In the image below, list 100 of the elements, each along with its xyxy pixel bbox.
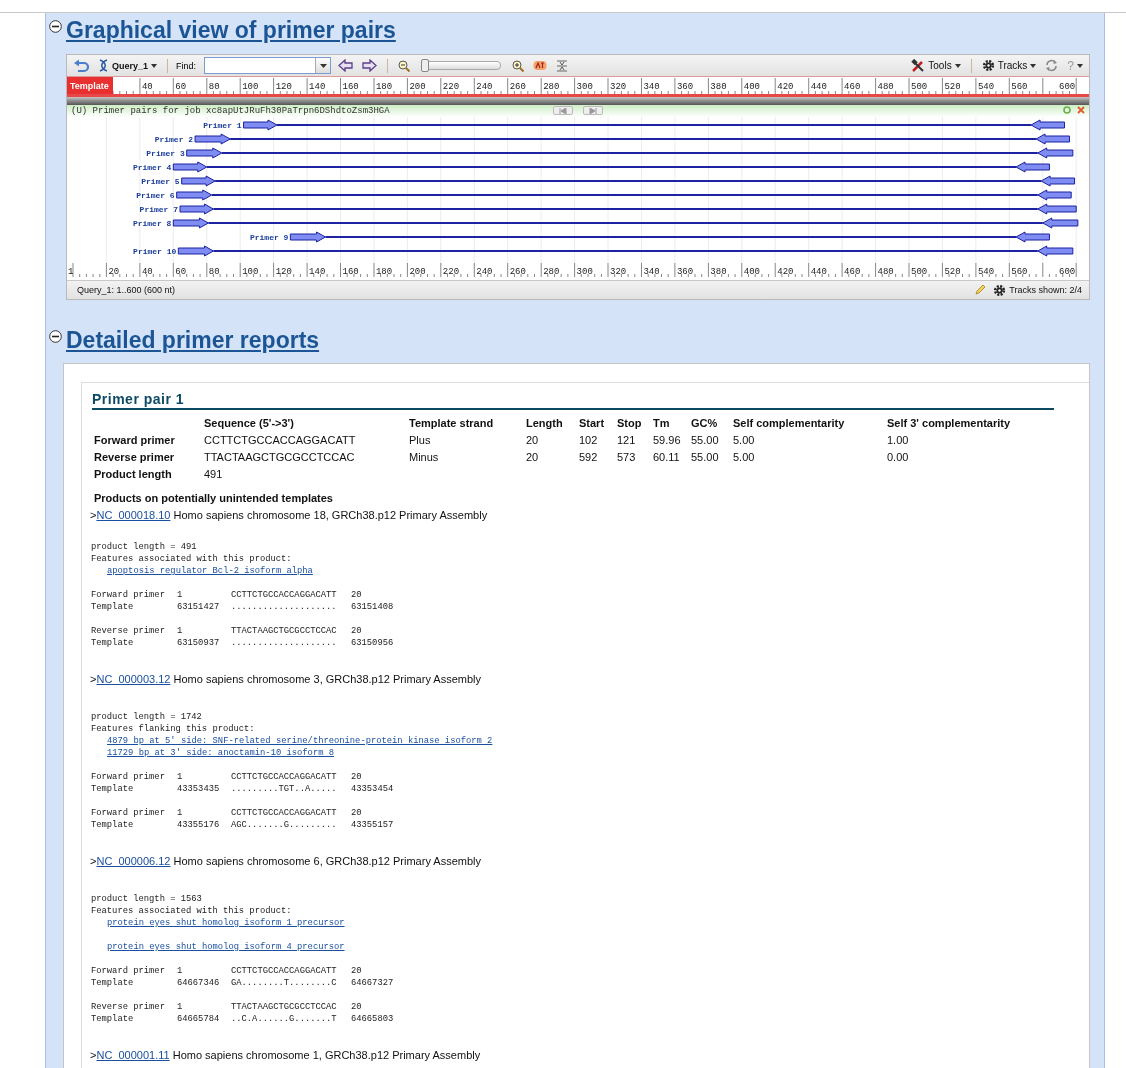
dna-icon <box>98 59 109 72</box>
ruler-label: 360 <box>676 82 694 92</box>
first-page-button[interactable] <box>553 106 573 115</box>
alignment-label: Reverse primer <box>91 625 166 637</box>
feature-link[interactable]: 11729 bp at 3' side: anoctamin-10 isoform 8 <box>107 748 334 758</box>
table-cell: 5.00 <box>733 448 887 465</box>
back-arrow-icon <box>338 59 354 72</box>
forward-primer-arrow <box>176 189 213 201</box>
alignment-position: 20 <box>351 589 363 601</box>
collapse-icon[interactable] <box>49 20 62 33</box>
features-label: Features associated with this product: <box>91 905 293 917</box>
table-cell: Plus <box>409 431 526 448</box>
alignment-position: 63151427 <box>177 601 221 613</box>
alignment-position: 20 <box>351 965 363 977</box>
table-cell: 55.00 <box>691 448 733 465</box>
ruler-label: 600 <box>1059 267 1076 277</box>
accession-link[interactable]: NC_000006.12 <box>96 853 171 869</box>
alignment-label: Template <box>91 601 135 613</box>
section-title-link[interactable]: Detailed primer reports <box>66 326 320 354</box>
accession-link[interactable]: NC_000003.12 <box>96 671 171 687</box>
back-button[interactable] <box>336 58 356 73</box>
alignment-sequence: ..C.A......G.......T <box>231 1013 338 1025</box>
ruler-label: 60 <box>175 267 187 277</box>
ruler-label: 540 <box>977 267 995 277</box>
primer-label: Primer 10 <box>133 247 177 256</box>
forward-primer-arrow <box>194 133 231 145</box>
find-label: Find: <box>176 60 197 71</box>
forward-primer-arrow <box>172 161 208 173</box>
column-header: Sequence (5'->3') <box>204 414 409 431</box>
feature-link[interactable]: 4879 bp at 5' side: SNF-related serine/threonine-protein kinase isoform 2 <box>107 736 493 746</box>
feature-link[interactable]: protein eyes shut homolog isoform 1 precursor <box>107 918 345 928</box>
feature-link[interactable]: apoptosis regulator Bcl-2 isoform alpha <box>107 566 313 576</box>
alignment-sequence: TTACTAAGCTGCGCCTCCAC <box>231 1001 338 1013</box>
ruler-label: 1 <box>68 267 74 277</box>
alignment-position: 20 <box>351 807 363 819</box>
alignment-position: 43355157 <box>351 819 395 831</box>
ruler-label: 320 <box>610 267 627 277</box>
query-dropdown[interactable]: Query_1 <box>96 58 160 73</box>
table-cell: 59.96 <box>653 431 691 448</box>
ruler-label: 200 <box>409 267 426 277</box>
tracks-shown-button[interactable]: Tracks shown: 2/4 <box>991 282 1084 298</box>
skip-start-icon <box>559 107 567 114</box>
table-cell: CCTTCTGCCACCAGGACATT <box>204 431 409 448</box>
primer-label: Primer 6 <box>136 191 175 200</box>
edit-button[interactable] <box>974 284 987 296</box>
accession-link[interactable]: NC_000018.10 <box>96 507 171 523</box>
alignment-position: 1 <box>177 807 184 819</box>
primer-label: Primer 8 <box>132 219 172 228</box>
ruler-label: 140 <box>309 82 326 92</box>
alignment-position: 20 <box>351 1001 363 1013</box>
section-title-link[interactable]: Graphical view of primer pairs <box>66 16 396 44</box>
table-cell-text: 0.00 <box>887 449 910 465</box>
ruler-label: 420 <box>777 82 794 92</box>
forward-button[interactable] <box>360 58 380 73</box>
tools-menu-button[interactable]: Tools <box>909 58 963 73</box>
ruler-label: 440 <box>810 82 827 92</box>
collapse-arrows-icon <box>556 59 569 72</box>
ruler-label: 380 <box>710 267 727 277</box>
ruler-label: 100 <box>242 267 259 277</box>
sequence-letters-icon <box>533 60 548 71</box>
ruler-label: 240 <box>476 82 493 92</box>
alignment-position: 43355176 <box>177 819 221 831</box>
alignment-sequence: .................... <box>231 637 338 649</box>
ruler-label: 260 <box>509 82 526 92</box>
column-header: Stop <box>617 414 653 431</box>
ruler-label: 80 <box>208 82 220 92</box>
track-settings-button[interactable] <box>1063 106 1071 114</box>
alignment-sequence: CCTTCTGCCACCAGGACATT <box>231 771 338 783</box>
ruler-label: 500 <box>911 82 928 92</box>
feature-link[interactable]: protein eyes shut homolog isoform 4 precursor <box>107 942 345 952</box>
table-cell: 60.11 <box>653 448 691 465</box>
ruler-label: 220 <box>442 82 460 92</box>
reverse-primer-arrow <box>1040 175 1076 187</box>
ruler-label: 600 <box>1059 82 1076 92</box>
alignment-label: Template <box>91 783 135 795</box>
alignment-position: 64667346 <box>177 977 221 989</box>
close-icon <box>1077 106 1085 114</box>
sequence-button[interactable] <box>531 59 550 72</box>
zoom-slider[interactable] <box>421 61 502 70</box>
alignment-position: 63151408 <box>351 601 395 613</box>
ruler-label: 480 <box>877 267 894 277</box>
reverse-primer-arrow <box>1015 231 1050 243</box>
alignment-label: Template <box>91 977 135 989</box>
undo-arrow-icon <box>73 58 89 73</box>
tracks-menu-button[interactable]: Tracks <box>979 58 1039 73</box>
find-field[interactable] <box>204 57 332 74</box>
alignment-position: 64665784 <box>177 1013 221 1025</box>
ruler-label: 100 <box>242 82 259 92</box>
caret-icon <box>1077 63 1083 68</box>
last-page-button[interactable] <box>583 106 603 115</box>
close-track-button[interactable] <box>1077 106 1085 114</box>
zoom-in-button[interactable] <box>510 58 527 73</box>
sequence-marker: > <box>90 854 97 869</box>
forward-primer-arrow <box>289 231 326 243</box>
template-label: Template <box>67 77 113 94</box>
forward-primer-arrow <box>172 217 209 229</box>
accession-link[interactable]: NC_000001.11 <box>96 1047 170 1063</box>
ruler-label: 300 <box>576 82 593 92</box>
collapse-icon[interactable] <box>49 330 62 343</box>
zoom-out-button[interactable] <box>396 58 413 73</box>
